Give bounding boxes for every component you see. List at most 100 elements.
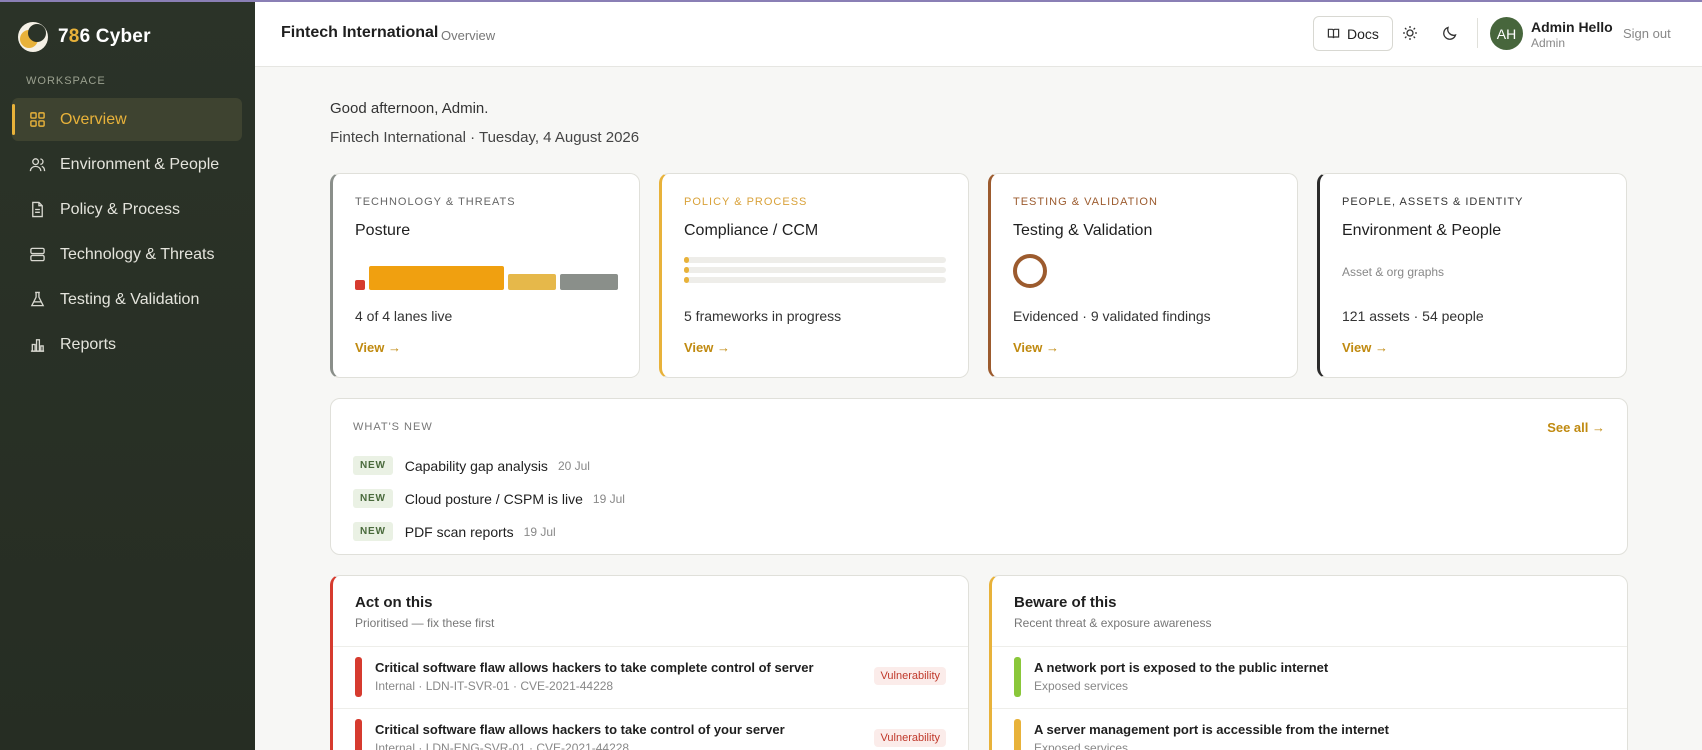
sidebar-nav: Overview Environment & People Policy & P… xyxy=(12,98,242,368)
card-view-link[interactable]: View → xyxy=(684,340,730,355)
card-eyebrow: PEOPLE, ASSETS & IDENTITY xyxy=(1342,196,1524,208)
sidebar-item-label: Testing & Validation xyxy=(60,290,200,308)
framework-progress-fill xyxy=(684,277,690,283)
card-stat: 5 frameworks in progress xyxy=(684,308,842,324)
sidebar-item-policy-process[interactable]: Policy & Process xyxy=(12,188,242,231)
posture-lane-2 xyxy=(369,266,504,290)
card-stat: 4 of 4 lanes live xyxy=(355,308,453,324)
avatar[interactable]: AH xyxy=(1490,17,1523,50)
sidebar-item-label: Reports xyxy=(60,335,117,353)
sun-icon xyxy=(1403,26,1417,40)
threat-row[interactable]: A server management port is accessible f… xyxy=(992,708,1627,750)
page-breadcrumb: Overview xyxy=(441,28,496,43)
card-title: Testing & Validation xyxy=(1013,222,1153,239)
card-eyebrow: TECHNOLOGY & THREATS xyxy=(355,196,516,208)
card-note: Asset & org graphs xyxy=(1342,265,1445,279)
org-title: Fintech International xyxy=(281,24,439,41)
top-header: Fintech International Overview Docs AH A… xyxy=(255,2,1702,67)
top-accent-line xyxy=(0,0,1702,2)
panel-subtitle: Recent threat & exposure awareness xyxy=(1014,616,1212,630)
act-on-this-panel: Act on this Prioritised — fix these firs… xyxy=(330,575,969,750)
new-badge: NEW xyxy=(353,456,393,475)
workspace-label: WORKSPACE xyxy=(26,75,106,87)
panel-title: Act on this xyxy=(355,594,433,611)
news-title: Cloud posture / CSPM is live xyxy=(404,490,583,507)
light-theme-button[interactable] xyxy=(1399,22,1421,44)
card-view-link[interactable]: View → xyxy=(355,340,401,355)
finding-title: Critical software flaw allows hackers to… xyxy=(375,660,814,675)
news-date: 19 Jul xyxy=(523,524,556,539)
card-stat: 121 assets · 54 people xyxy=(1342,308,1484,324)
list-item[interactable]: NEW PDF scan reports 19 Jul xyxy=(353,515,625,548)
framework-progress-2 xyxy=(684,267,946,273)
sidebar-item-environment-people[interactable]: Environment & People xyxy=(12,143,242,186)
vulnerability-tag: Vulnerability xyxy=(874,729,946,747)
sidebar-item-label: Environment & People xyxy=(60,155,220,173)
threat-title: A network port is exposed to the public … xyxy=(1034,660,1329,675)
severity-bar xyxy=(1014,719,1021,750)
severity-bar xyxy=(355,719,362,750)
news-date: 20 Jul xyxy=(557,458,590,473)
severity-bar xyxy=(355,657,362,697)
docs-button[interactable]: Docs xyxy=(1313,16,1393,51)
news-title: PDF scan reports xyxy=(404,523,514,540)
grid-icon xyxy=(28,111,46,129)
posture-lane-3 xyxy=(508,274,556,290)
user-name: Admin Hello xyxy=(1531,19,1613,35)
threat-row[interactable]: A network port is exposed to the public … xyxy=(992,646,1627,708)
sidebar-item-overview[interactable]: Overview xyxy=(12,98,242,141)
document-icon xyxy=(28,201,46,219)
card-title: Posture xyxy=(355,222,411,239)
finding-row[interactable]: Critical software flaw allows hackers to… xyxy=(333,708,968,750)
beware-of-this-panel: Beware of this Recent threat & exposure … xyxy=(989,575,1628,750)
posture-lanes xyxy=(355,266,618,290)
posture-lane-1 xyxy=(355,280,365,290)
card-view-link[interactable]: View → xyxy=(1013,340,1059,355)
flask-icon xyxy=(28,291,46,309)
news-date: 19 Jul xyxy=(592,491,625,506)
sign-out-link[interactable]: Sign out xyxy=(1623,26,1671,41)
whats-new-label: WHAT'S NEW xyxy=(353,421,433,433)
brand[interactable]: 786 Cyber xyxy=(18,22,151,52)
card-title: Compliance / CCM xyxy=(684,222,819,239)
card-testing-validation[interactable]: TESTING & VALIDATION Testing & Validatio… xyxy=(988,173,1298,378)
severity-bar xyxy=(1014,657,1021,697)
new-badge: NEW xyxy=(353,522,393,541)
new-badge: NEW xyxy=(353,489,393,508)
panel-subtitle: Prioritised — fix these first xyxy=(355,616,495,630)
greeting-subline: Fintech International · Tuesday, 4 Augus… xyxy=(330,129,640,146)
moon-icon xyxy=(1443,26,1457,40)
threat-meta: Exposed services xyxy=(1034,679,1129,693)
card-stat: Evidenced · 9 validated findings xyxy=(1013,308,1211,324)
finding-row[interactable]: Critical software flaw allows hackers to… xyxy=(333,646,968,708)
server-icon xyxy=(28,246,46,264)
framework-progress-bars xyxy=(684,257,946,287)
list-item[interactable]: NEW Capability gap analysis 20 Jul xyxy=(353,449,625,482)
card-eyebrow: POLICY & PROCESS xyxy=(684,196,808,208)
finding-title: Critical software flaw allows hackers to… xyxy=(375,722,785,737)
news-title: Capability gap analysis xyxy=(404,457,548,474)
finding-meta: Internal · LDN-ENG-SVR-01 · CVE-2021-442… xyxy=(375,741,630,750)
sidebar-item-label: Technology & Threats xyxy=(60,245,215,263)
sidebar-item-technology-threats[interactable]: Technology & Threats xyxy=(12,233,242,276)
see-all-link[interactable]: See all → xyxy=(1547,420,1605,435)
card-eyebrow: TESTING & VALIDATION xyxy=(1013,196,1158,208)
sidebar: 786 Cyber WORKSPACE Overview Environment… xyxy=(0,0,255,750)
framework-progress-fill xyxy=(684,257,690,263)
sidebar-item-testing-validation[interactable]: Testing & Validation xyxy=(12,278,242,321)
card-environment-people[interactable]: PEOPLE, ASSETS & IDENTITY Environment & … xyxy=(1317,173,1627,378)
card-policy-process[interactable]: POLICY & PROCESS Compliance / CCM 5 fram… xyxy=(659,173,969,378)
panel-title: Beware of this xyxy=(1014,594,1117,611)
sidebar-item-reports[interactable]: Reports xyxy=(12,323,242,366)
posture-lane-4 xyxy=(560,274,618,290)
vulnerability-tag: Vulnerability xyxy=(874,667,946,685)
threat-title: A server management port is accessible f… xyxy=(1034,722,1389,737)
card-view-link[interactable]: View → xyxy=(1342,340,1388,355)
brand-name: 786 Cyber xyxy=(58,26,151,47)
docs-label: Docs xyxy=(1347,25,1379,42)
bar-chart-icon xyxy=(28,336,46,354)
list-item[interactable]: NEW Cloud posture / CSPM is live 19 Jul xyxy=(353,482,625,515)
framework-progress-3 xyxy=(684,277,946,283)
dark-theme-button[interactable] xyxy=(1439,22,1461,44)
card-technology-threats[interactable]: TECHNOLOGY & THREATS Posture 4 of 4 lane… xyxy=(330,173,640,378)
